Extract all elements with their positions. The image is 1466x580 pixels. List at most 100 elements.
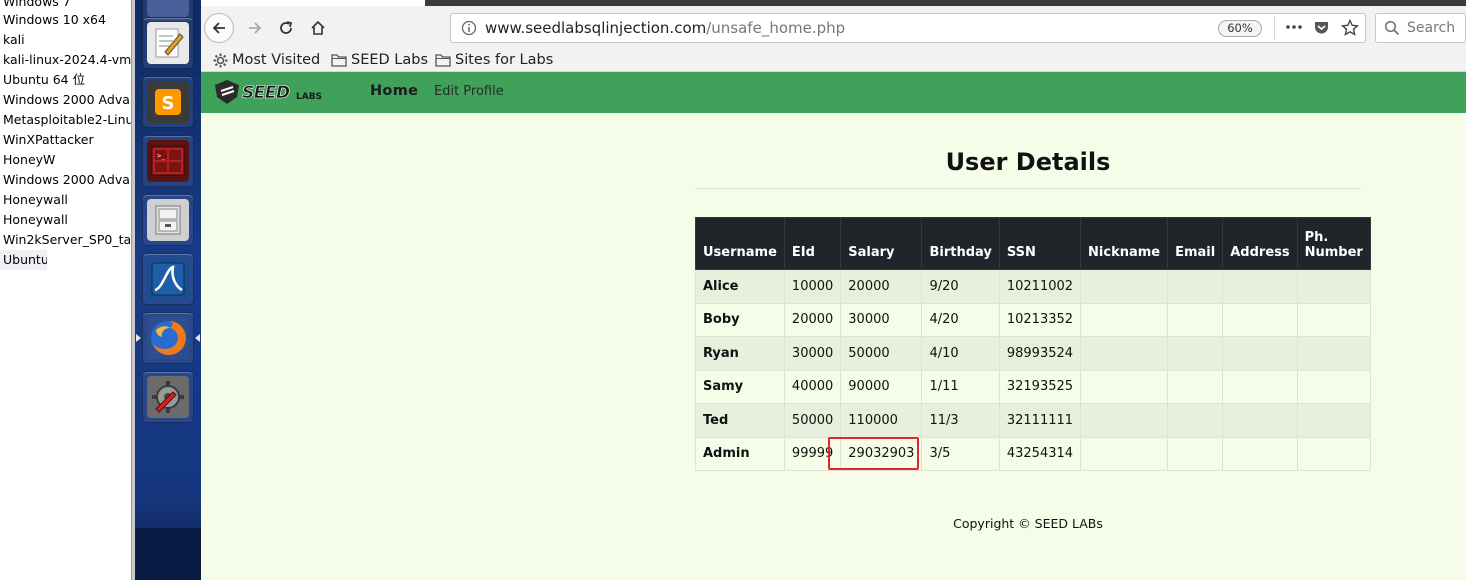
username-cell: Admin [695, 436, 785, 471]
table-cell [1167, 269, 1224, 304]
file-cabinet-icon[interactable] [142, 194, 194, 246]
table-cell [1296, 369, 1371, 404]
table-cell [1222, 436, 1298, 471]
vm-item[interactable]: kali [0, 30, 131, 50]
table-cell [1222, 269, 1298, 304]
table-cell [1222, 336, 1298, 371]
table-cell: 10213352 [998, 302, 1082, 337]
sublime-text-icon[interactable]: S [142, 76, 194, 128]
launcher-trash-area [135, 528, 201, 580]
table-cell [1167, 436, 1224, 471]
username-cell: Boby [695, 302, 785, 337]
table-row: Ryan 30000 50000 4/10 98993524 [695, 336, 1371, 371]
table-cell: 50000 [840, 336, 923, 371]
vm-item[interactable]: Windows 2000 Advanced Server [0, 90, 131, 110]
table-cell: 10211002 [998, 269, 1082, 304]
table-cell [1080, 302, 1169, 337]
table-cell: 110000 [840, 403, 923, 438]
folder-icon [435, 54, 451, 67]
seed-labs-logo[interactable]: SEED LABS [213, 79, 331, 105]
system-settings-icon[interactable] [142, 371, 194, 423]
nav-home-link[interactable]: Home [370, 83, 418, 99]
table-cell: 9/20 [921, 269, 1000, 304]
table-cell: 20000 [840, 269, 923, 304]
column-header: Ph. Number [1296, 217, 1371, 270]
svg-text:LABS: LABS [296, 92, 322, 102]
table-cell: 29032903 [840, 436, 923, 471]
table-cell [1080, 403, 1169, 438]
table-cell: 99999 [783, 436, 842, 471]
bookmark-label: SEED Labs [351, 52, 429, 68]
column-header: Birthday [921, 217, 1000, 270]
zoom-level-badge[interactable]: 60% [1218, 20, 1262, 37]
vm-item-selected[interactable]: Ubuntu [0, 250, 47, 270]
table-row: Alice 10000 20000 9/20 10211002 [695, 269, 1371, 304]
vm-item[interactable]: Honeywall [0, 210, 131, 230]
column-header: Email [1167, 217, 1224, 270]
username-cell: Ted [695, 403, 785, 438]
vm-item[interactable]: HoneyW [0, 150, 131, 170]
table-cell [1296, 336, 1371, 371]
table-cell: 10000 [783, 269, 842, 304]
search-icon [1384, 20, 1400, 36]
table-cell [1080, 336, 1169, 371]
bookmark-seed-labs[interactable]: SEED Labs [331, 50, 428, 70]
vm-item[interactable]: Metasploitable2-Linux [0, 110, 131, 130]
table-cell: 20000 [783, 302, 842, 337]
table-cell: 32193525 [998, 369, 1082, 404]
table-cell: 50000 [783, 403, 842, 438]
nav-edit-profile-link[interactable]: Edit Profile [434, 84, 504, 99]
username-cell: Alice [695, 269, 785, 304]
wireshark-icon[interactable] [142, 253, 194, 305]
table-cell: 30000 [840, 302, 923, 337]
bookmark-most-visited[interactable]: Most Visited [213, 50, 320, 70]
back-button[interactable] [204, 13, 234, 43]
urlbar-separator [1274, 16, 1275, 40]
table-cell: 43254314 [998, 436, 1082, 471]
back-arrow-icon [212, 22, 225, 34]
vm-item[interactable]: WinXPattacker [0, 130, 131, 150]
gear-icon [213, 53, 228, 67]
vm-item[interactable]: kali-linux-2024.4-vmware [0, 50, 131, 70]
page-actions-icon[interactable] [1285, 22, 1303, 32]
vm-item[interactable]: Windows 10 x64 [0, 10, 131, 30]
vm-item[interactable]: Win2kServer_SP0_target [0, 230, 131, 250]
table-cell [1167, 369, 1224, 404]
active-app-indicator [136, 334, 141, 342]
table-cell [1222, 403, 1298, 438]
table-cell: 3/5 [921, 436, 1000, 471]
column-header: SSN [998, 217, 1082, 270]
column-header: Salary [840, 217, 923, 270]
home-button[interactable] [303, 13, 333, 43]
table-cell [1296, 436, 1371, 471]
username-cell: Samy [695, 369, 785, 404]
reload-button[interactable] [271, 13, 301, 43]
table-cell [1167, 302, 1224, 337]
table-cell [1222, 369, 1298, 404]
vm-item[interactable]: Honeywall [0, 190, 131, 210]
bookmark-star-icon[interactable] [1341, 19, 1359, 37]
title-divider [695, 188, 1361, 189]
table-cell [1080, 369, 1169, 404]
table-cell: 4/20 [921, 302, 1000, 337]
table-cell: 1/11 [921, 369, 1000, 404]
bookmark-sites-for-labs[interactable]: Sites for Labs [435, 50, 553, 70]
terminal-icon[interactable]: >_ [142, 135, 194, 187]
svg-text:>_: >_ [157, 152, 166, 160]
table-cell [1167, 403, 1224, 438]
site-info-icon[interactable] [461, 20, 477, 36]
pocket-icon[interactable] [1313, 19, 1330, 36]
firefox-icon[interactable] [142, 312, 194, 364]
vm-item[interactable]: Ubuntu 64 位 [0, 70, 131, 90]
home-icon [311, 20, 325, 35]
column-header: Username [695, 217, 785, 270]
forward-button[interactable] [240, 13, 270, 43]
url-text[interactable]: www.seedlabsqlinjection.com/unsafe_home.… [485, 19, 845, 37]
url-path: /unsafe_home.php [706, 19, 846, 37]
bookmark-label: Most Visited [232, 52, 321, 68]
table-cell [1222, 302, 1298, 337]
table-cell: 4/10 [921, 336, 1000, 371]
text-editor-icon[interactable] [142, 17, 194, 69]
table-row: Samy 40000 90000 1/11 32193525 [695, 369, 1371, 404]
vm-item[interactable]: Windows 2000 Advanced Server [0, 170, 131, 190]
